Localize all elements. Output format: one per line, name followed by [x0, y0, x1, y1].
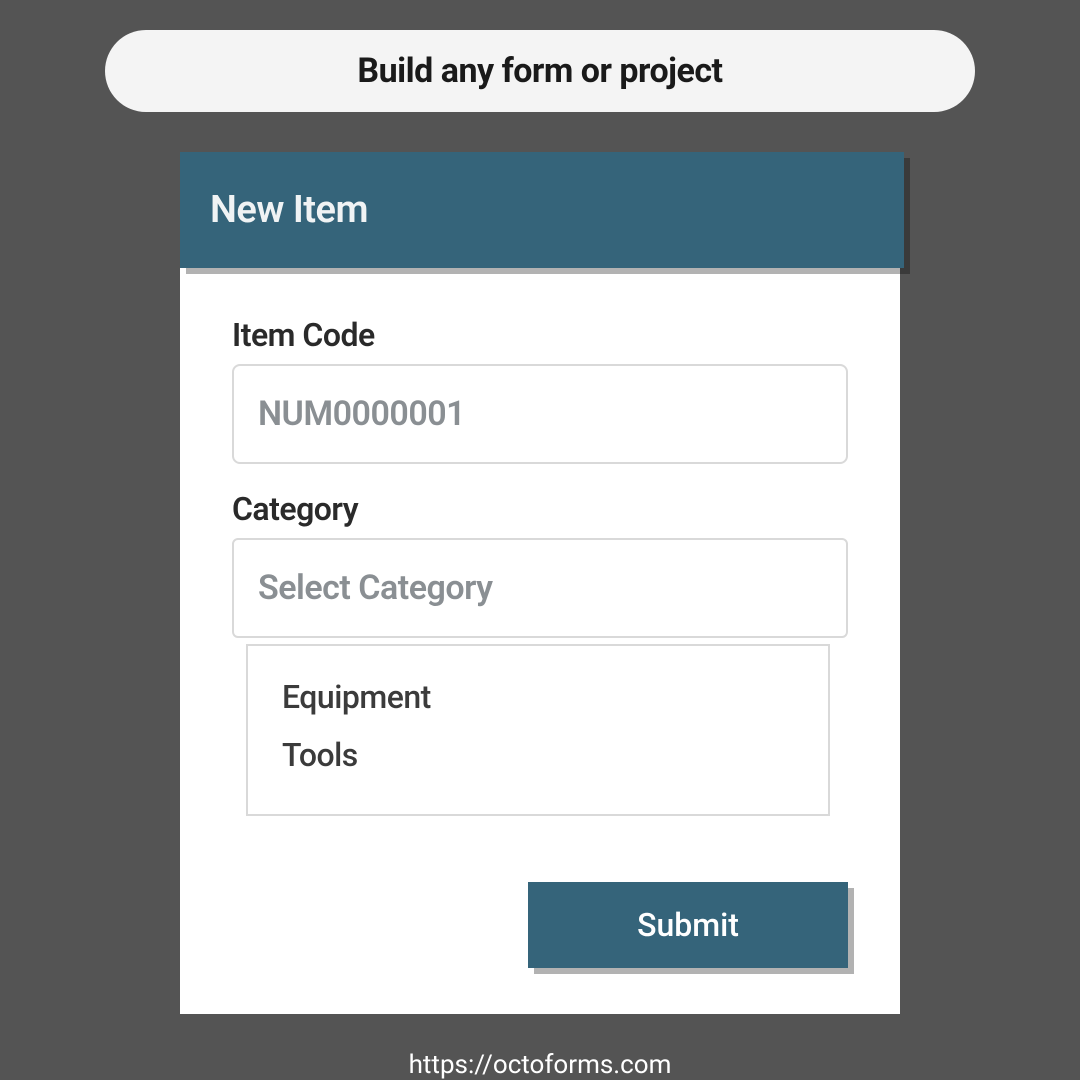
footer-url: https://octoforms.com — [409, 1050, 672, 1080]
item-code-input[interactable] — [232, 364, 848, 464]
item-code-label: Item Code — [232, 316, 848, 354]
submit-button[interactable]: Submit — [528, 882, 848, 968]
category-select-placeholder: Select Category — [258, 568, 492, 608]
promo-banner-text: Build any form or project — [357, 51, 722, 91]
category-dropdown: Equipment Tools — [246, 644, 830, 816]
form-card: New Item Item Code Category Select Categ… — [180, 152, 900, 1014]
form-header: New Item — [180, 152, 904, 268]
category-option-tools[interactable]: Tools — [282, 726, 794, 784]
category-option-equipment[interactable]: Equipment — [282, 668, 794, 726]
promo-banner: Build any form or project — [105, 30, 975, 112]
category-label: Category — [232, 490, 848, 528]
form-body: Item Code Category Select Category Equip… — [180, 268, 900, 1014]
form-title: New Item — [210, 188, 874, 232]
category-select[interactable]: Select Category — [232, 538, 848, 638]
